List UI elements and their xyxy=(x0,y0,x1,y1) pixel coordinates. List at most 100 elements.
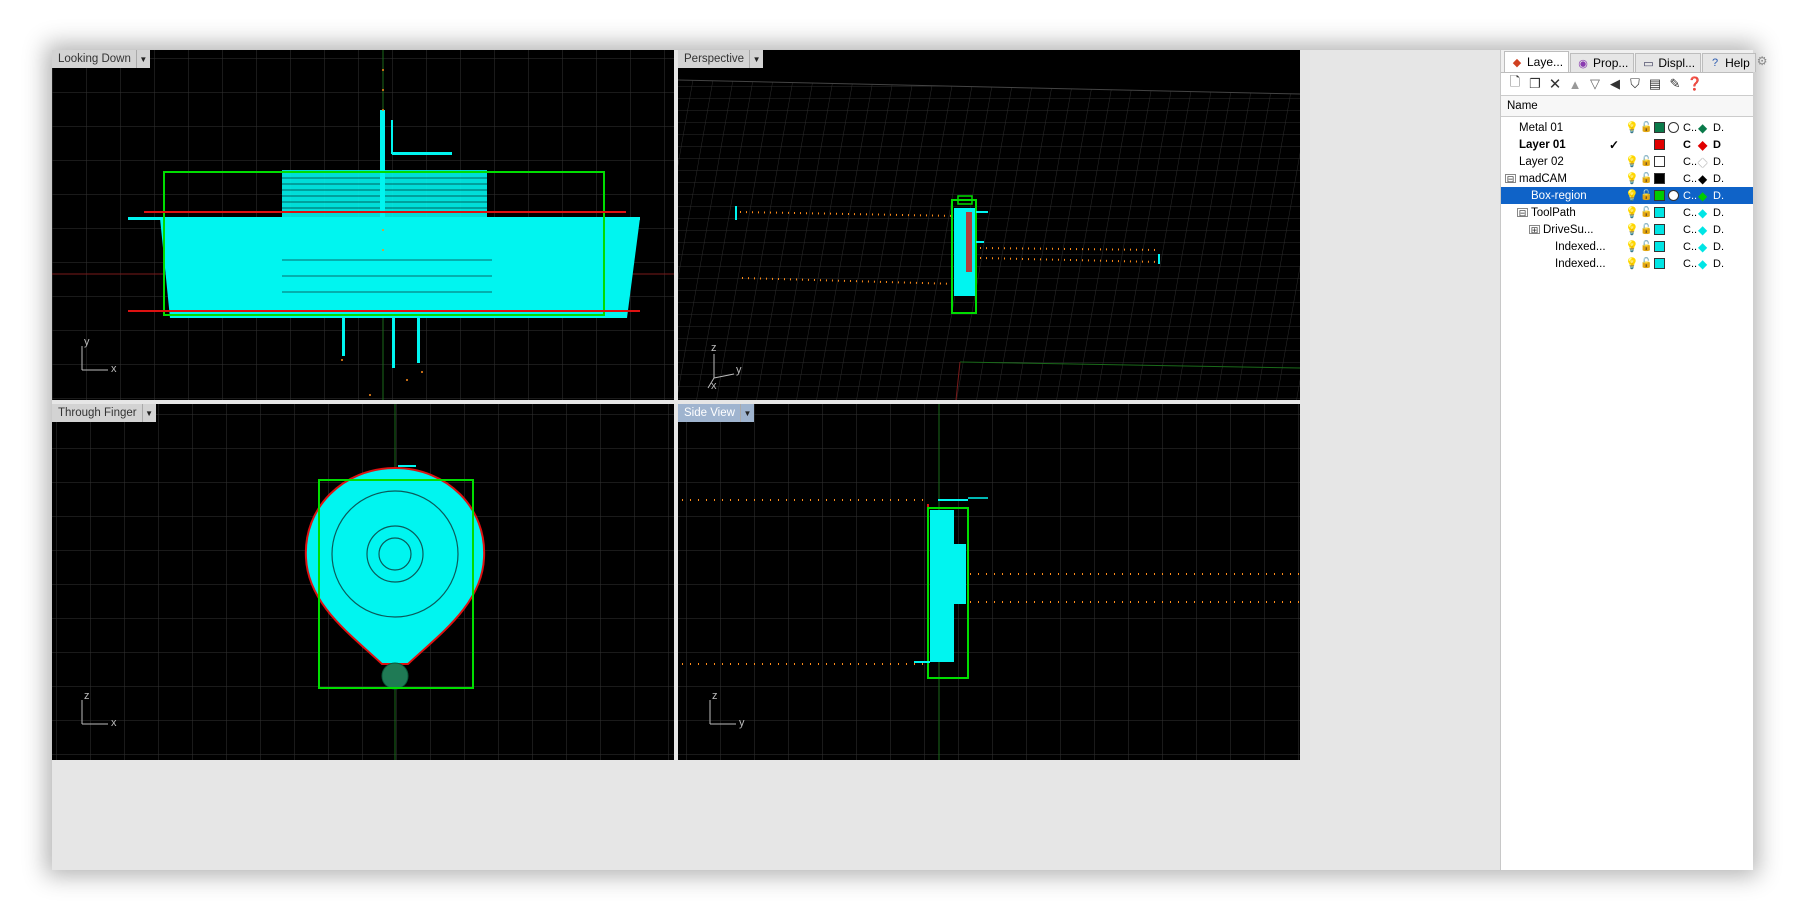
print-color-diamond-icon[interactable]: ◆ xyxy=(1698,206,1707,220)
tools-icon[interactable]: ✎ xyxy=(1667,76,1683,92)
linetype-cell[interactable]: C xyxy=(1683,139,1691,151)
linetype-cell[interactable]: C.. xyxy=(1683,156,1697,168)
layer-row[interactable]: Layer 01 ✓ C ◆ D xyxy=(1501,136,1753,153)
expand-icon[interactable]: ⊞ xyxy=(1529,225,1540,235)
layer-color-swatch[interactable] xyxy=(1654,139,1665,150)
move-down-icon[interactable]: ▽ xyxy=(1587,76,1603,92)
move-up-icon[interactable]: ▲ xyxy=(1567,76,1583,92)
linetype-cell[interactable]: C.. xyxy=(1683,190,1697,202)
viewport-side-view[interactable]: z y Side View ▼ xyxy=(678,404,1300,760)
layer-row[interactable]: Indexed... 💡 🔓 C.. ◆ D. xyxy=(1501,238,1753,255)
chevron-down-icon[interactable]: ▼ xyxy=(750,50,764,68)
unlock-icon[interactable]: 🔓 xyxy=(1640,173,1652,184)
layer-name[interactable]: Indexed... xyxy=(1555,258,1605,270)
tab-properties[interactable]: ◉ Prop... xyxy=(1570,53,1635,72)
layer-row[interactable]: Metal 01 💡 🔓 C.. ◆ D. xyxy=(1501,119,1753,136)
viewport-title-through-finger[interactable]: Through Finger ▼ xyxy=(52,404,156,422)
viewport-looking-down[interactable]: y x Looking Down ▼ xyxy=(52,50,674,400)
layer-name[interactable]: Layer 01 xyxy=(1519,139,1566,151)
column-header-name[interactable]: Name xyxy=(1501,95,1753,117)
print-color-diamond-icon[interactable]: ◆ xyxy=(1698,138,1707,152)
new-layer-icon[interactable]: 🗋 xyxy=(1507,74,1523,92)
new-sublayer-icon[interactable]: ❐ xyxy=(1527,76,1543,92)
layer-row[interactable]: Layer 02 💡 🔓 C.. ◆ D. xyxy=(1501,153,1753,170)
linetype-cell[interactable]: C.. xyxy=(1683,173,1697,185)
layer-row[interactable]: ⊟ madCAM 💡 🔓 C.. ◆ D. xyxy=(1501,170,1753,187)
lightbulb-icon[interactable]: 💡 xyxy=(1625,206,1639,219)
viewport-title-looking-down[interactable]: Looking Down ▼ xyxy=(52,50,150,68)
unlock-icon[interactable]: 🔓 xyxy=(1640,207,1652,218)
chevron-down-icon[interactable]: ▼ xyxy=(740,404,754,422)
layer-name[interactable]: Box-region xyxy=(1531,190,1587,202)
print-color-diamond-icon[interactable]: ◆ xyxy=(1698,189,1707,203)
viewport-perspective[interactable]: z y x Perspective ▼ xyxy=(678,50,1300,400)
lightbulb-icon[interactable]: 💡 xyxy=(1625,257,1639,270)
layer-color-swatch[interactable] xyxy=(1654,207,1665,218)
viewport-through-finger[interactable]: z x Through Finger ▼ xyxy=(52,404,674,760)
gear-icon[interactable]: ⚙ xyxy=(1757,54,1768,68)
tab-help[interactable]: ? Help xyxy=(1702,53,1756,72)
unlock-icon[interactable]: 🔓 xyxy=(1640,122,1652,133)
layer-color-swatch[interactable] xyxy=(1654,258,1665,269)
layer-row[interactable]: Indexed... 💡 🔓 C.. ◆ D. xyxy=(1501,255,1753,272)
layer-row[interactable]: ⊟ ToolPath 💡 🔓 C.. ◆ D. xyxy=(1501,204,1753,221)
layer-row[interactable]: ⊞ DriveSu... 💡 🔓 C.. ◆ D. xyxy=(1501,221,1753,238)
print-width-cell[interactable]: D. xyxy=(1713,122,1724,134)
layer-color-swatch[interactable] xyxy=(1654,156,1665,167)
linetype-cell[interactable]: C.. xyxy=(1683,258,1697,270)
material-circle-icon[interactable] xyxy=(1668,190,1679,201)
layer-name[interactable]: ToolPath xyxy=(1531,207,1576,219)
delete-icon[interactable]: ✕ xyxy=(1547,76,1563,93)
unlock-icon[interactable]: 🔓 xyxy=(1640,241,1652,252)
current-layer-check[interactable]: ✓ xyxy=(1609,138,1619,152)
chevron-down-icon[interactable]: ▼ xyxy=(142,404,156,422)
viewport-title-side-view[interactable]: Side View ▼ xyxy=(678,404,754,422)
layer-color-swatch[interactable] xyxy=(1654,173,1665,184)
print-width-cell[interactable]: D. xyxy=(1713,173,1724,185)
collapse-icon[interactable]: ⊟ xyxy=(1517,208,1528,218)
lightbulb-icon[interactable]: 💡 xyxy=(1625,223,1639,236)
layer-color-swatch[interactable] xyxy=(1654,224,1665,235)
tab-layers[interactable]: ◆ Laye... xyxy=(1504,51,1570,72)
tab-display[interactable]: ▭ Displ... xyxy=(1635,53,1702,72)
chevron-down-icon[interactable]: ▼ xyxy=(136,50,150,68)
print-color-diamond-icon[interactable]: ◆ xyxy=(1698,257,1707,271)
lightbulb-icon[interactable]: 💡 xyxy=(1625,189,1639,202)
layer-name[interactable]: DriveSu... xyxy=(1543,224,1594,236)
viewport-title-perspective[interactable]: Perspective ▼ xyxy=(678,50,764,68)
unlock-icon[interactable]: 🔓 xyxy=(1640,224,1652,235)
print-width-cell[interactable]: D. xyxy=(1713,207,1724,219)
copy-layer-icon[interactable]: ▤ xyxy=(1647,76,1663,92)
layer-color-swatch[interactable] xyxy=(1654,122,1665,133)
print-width-cell[interactable]: D. xyxy=(1713,224,1724,236)
linetype-cell[interactable]: C.. xyxy=(1683,122,1697,134)
collapse-icon[interactable]: ⊟ xyxy=(1505,174,1516,184)
print-width-cell[interactable]: D xyxy=(1713,139,1721,151)
help-icon[interactable]: ❓ xyxy=(1687,76,1703,92)
unlock-icon[interactable]: 🔓 xyxy=(1640,190,1652,201)
unlock-icon[interactable]: 🔓 xyxy=(1640,258,1652,269)
print-width-cell[interactable]: D. xyxy=(1713,258,1724,270)
print-color-diamond-icon[interactable]: ◆ xyxy=(1698,223,1707,237)
layer-color-swatch[interactable] xyxy=(1654,190,1665,201)
linetype-cell[interactable]: C.. xyxy=(1683,207,1697,219)
layer-name[interactable]: Metal 01 xyxy=(1519,122,1563,134)
move-to-parent-icon[interactable]: ◀ xyxy=(1607,76,1623,92)
print-color-diamond-icon[interactable]: ◆ xyxy=(1698,121,1707,135)
layer-name[interactable]: Indexed... xyxy=(1555,241,1605,253)
filter-icon[interactable]: ⛉ xyxy=(1627,76,1643,92)
print-color-diamond-icon[interactable]: ◆ xyxy=(1698,240,1707,254)
lightbulb-icon[interactable]: 💡 xyxy=(1625,172,1639,185)
print-color-diamond-icon[interactable]: ◆ xyxy=(1698,155,1707,169)
layer-row[interactable]: Box-region 💡 🔓 C.. ◆ D. xyxy=(1501,187,1753,204)
linetype-cell[interactable]: C.. xyxy=(1683,224,1697,236)
print-color-diamond-icon[interactable]: ◆ xyxy=(1698,172,1707,186)
layer-name[interactable]: Layer 02 xyxy=(1519,156,1564,168)
print-width-cell[interactable]: D. xyxy=(1713,190,1724,202)
material-circle-icon[interactable] xyxy=(1668,122,1679,133)
layer-color-swatch[interactable] xyxy=(1654,241,1665,252)
layer-name[interactable]: madCAM xyxy=(1519,173,1567,185)
lightbulb-icon[interactable]: 💡 xyxy=(1625,240,1639,253)
lightbulb-icon[interactable]: 💡 xyxy=(1625,121,1639,134)
unlock-icon[interactable]: 🔓 xyxy=(1640,156,1652,167)
